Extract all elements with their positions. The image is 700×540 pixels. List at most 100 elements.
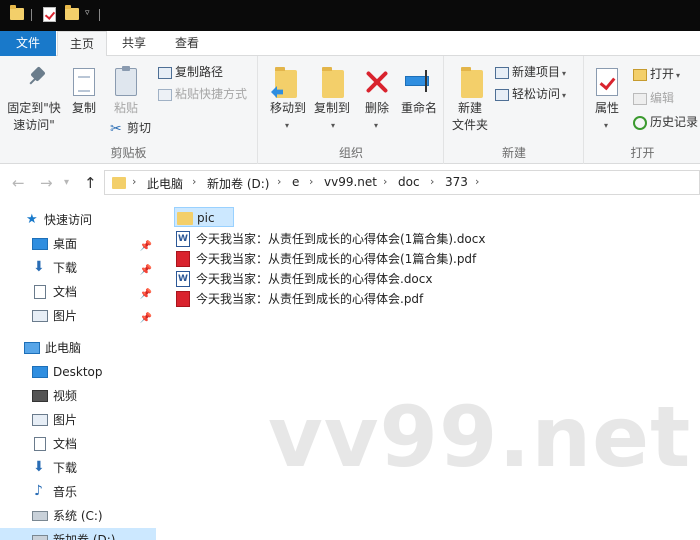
nav-quick-access-label: 快速访问: [44, 213, 93, 227]
nav-videos-label: 视频: [53, 389, 78, 403]
copy-icon: [73, 68, 95, 96]
nav-system-drive[interactable]: 系统 (C:): [0, 504, 158, 528]
open-group-label: 打开: [630, 146, 655, 160]
nav-pc-downloads-label: 下载: [53, 461, 78, 475]
navigation-pane: ★ 快速访问 桌面 📌 ⬇ 下载 📌 文档 📌 图片 📌 此电脑 Desktop…: [0, 201, 158, 540]
nav-desktop[interactable]: 桌面 📌: [0, 232, 158, 256]
paste-shortcut-button[interactable]: 粘贴快捷方式: [158, 84, 247, 104]
breadcrumb-e[interactable]: e: [292, 175, 299, 189]
nav-downloads-label: 下载: [53, 261, 78, 275]
nav-quick-access[interactable]: ★ 快速访问: [0, 208, 158, 232]
new-item-button[interactable]: 新建项目 ▾: [495, 62, 566, 82]
tab-share[interactable]: 共享: [112, 31, 156, 56]
rename-button[interactable]: 重命名: [397, 66, 441, 136]
edit-icon: [633, 92, 647, 105]
pin-label-line1: 固定到"快: [7, 101, 61, 115]
open-group: 属性 ▾ 打开 ▾ 编辑 历史记录 打开: [585, 56, 700, 164]
nav-music-label: 音乐: [53, 485, 78, 499]
file-list: pic 今天我当家：从责任到成长的心得体会(1篇合集).docx 今天我当家：从…: [158, 201, 700, 540]
nav-pc-documents[interactable]: 文档: [0, 432, 158, 456]
properties-label: 属性: [594, 101, 619, 115]
move-to-button[interactable]: 移动到 ▾: [263, 66, 307, 136]
clipboard-group: 固定到"快 速访问" 复制 粘贴 复制路径 粘贴快捷方式 ✂ 剪切 剪贴板: [0, 56, 258, 164]
new-folder-label-line2: 文件夹: [451, 118, 488, 132]
back-arrow-icon[interactable]: ←: [12, 174, 25, 192]
forward-arrow-icon[interactable]: →: [40, 174, 53, 192]
nav-new-volume[interactable]: 新加卷 (D:): [0, 528, 156, 540]
nav-pictures-label: 图片: [53, 309, 78, 323]
file-row-folder[interactable]: pic: [174, 207, 234, 227]
copy-button[interactable]: 复制: [66, 66, 102, 136]
paste-label: 粘贴: [113, 101, 138, 115]
nav-this-pc[interactable]: 此电脑: [0, 336, 158, 360]
properties-icon: [596, 68, 618, 96]
download-arrow-icon: ⬇: [33, 259, 45, 275]
nav-desktop-label: 桌面: [53, 237, 78, 251]
rename-label: 重命名: [400, 101, 437, 115]
open-label: 打开: [650, 67, 675, 81]
up-arrow-icon[interactable]: ↑: [84, 174, 97, 192]
chevron-right-icon[interactable]: ›: [192, 175, 196, 188]
chevron-right-icon[interactable]: ›: [309, 175, 313, 188]
properties-check-icon[interactable]: [43, 7, 56, 22]
breadcrumb-vv99[interactable]: vv99.net: [324, 175, 377, 189]
organize-group: 移动到 ▾ 复制到 ▾ 删除 ▾ 重命名 组织: [259, 56, 444, 164]
breadcrumb-drive-d[interactable]: 新加卷 (D:): [207, 175, 269, 192]
nav-documents[interactable]: 文档 📌: [0, 280, 158, 304]
tab-home[interactable]: 主页: [57, 31, 107, 57]
delete-x-icon: [364, 68, 390, 94]
open-button[interactable]: 打开 ▾: [633, 64, 680, 84]
copy-to-folder-icon: [322, 67, 344, 98]
easy-access-button[interactable]: 轻松访问 ▾: [495, 84, 566, 104]
breadcrumb-373[interactable]: 373: [445, 175, 468, 189]
delete-button[interactable]: 删除 ▾: [359, 66, 395, 136]
properties-button[interactable]: 属性 ▾: [589, 66, 625, 136]
nav-pc-desktop-label: Desktop: [53, 365, 103, 379]
pin-to-quick-access-button[interactable]: 固定到"快 速访问": [4, 66, 64, 136]
history-icon: [633, 115, 647, 130]
chevron-right-icon[interactable]: ›: [430, 175, 434, 188]
file-name: 今天我当家：从责任到成长的心得体会.docx: [196, 272, 433, 286]
folder-icon: [10, 5, 24, 20]
nav-music[interactable]: ♪ 音乐: [0, 480, 158, 504]
cut-button[interactable]: ✂ 剪切: [110, 118, 151, 138]
chevron-right-icon[interactable]: ›: [383, 175, 387, 188]
file-name: pic: [197, 211, 215, 225]
new-folder-quick-icon[interactable]: [65, 5, 79, 20]
chevron-down-icon: ▾: [331, 121, 336, 130]
chevron-down-icon: ▾: [562, 69, 567, 78]
tab-file[interactable]: 文件: [0, 31, 56, 56]
recent-locations-chevron-icon[interactable]: ▾: [64, 177, 69, 188]
chevron-right-icon[interactable]: ›: [475, 175, 479, 188]
address-bar[interactable]: › 此电脑 › 新加卷 (D:) › e › vv99.net › doc › …: [104, 170, 700, 195]
nav-pictures[interactable]: 图片 📌: [0, 304, 158, 328]
edit-label: 编辑: [650, 91, 675, 105]
nav-pc-downloads[interactable]: ⬇ 下载: [0, 456, 158, 480]
nav-downloads[interactable]: ⬇ 下载 📌: [0, 256, 158, 280]
tab-view[interactable]: 查看: [164, 31, 210, 56]
move-to-label: 移动到: [269, 101, 306, 115]
customize-quick-access-icon[interactable]: ▿: [85, 8, 90, 18]
open-icon: [633, 68, 647, 81]
chevron-down-icon: ▾: [604, 121, 609, 130]
document-icon: [34, 285, 46, 299]
new-folder-button[interactable]: 新建 文件夹: [449, 66, 491, 136]
nav-pc-desktop[interactable]: Desktop: [0, 360, 158, 384]
copy-to-button[interactable]: 复制到 ▾: [309, 66, 353, 136]
nav-videos[interactable]: 视频: [0, 384, 158, 408]
breadcrumb-doc[interactable]: doc: [398, 175, 420, 189]
edit-button[interactable]: 编辑: [633, 88, 674, 108]
easy-access-label: 轻松访问: [512, 87, 561, 101]
watermark: vv99.net: [268, 388, 692, 486]
chevron-right-icon[interactable]: ›: [277, 175, 281, 188]
video-icon: [32, 390, 48, 402]
breadcrumb-this-pc[interactable]: 此电脑: [147, 175, 183, 192]
pdf-icon: [176, 291, 190, 307]
history-button[interactable]: 历史记录: [633, 112, 698, 132]
file-name: 今天我当家：从责任到成长的心得体会.pdf: [196, 292, 424, 306]
nav-pc-pictures[interactable]: 图片: [0, 408, 158, 432]
rename-icon: [405, 70, 433, 92]
chevron-right-icon[interactable]: ›: [132, 175, 136, 188]
copy-path-button[interactable]: 复制路径: [158, 62, 223, 82]
chevron-down-icon: ▾: [562, 91, 567, 100]
